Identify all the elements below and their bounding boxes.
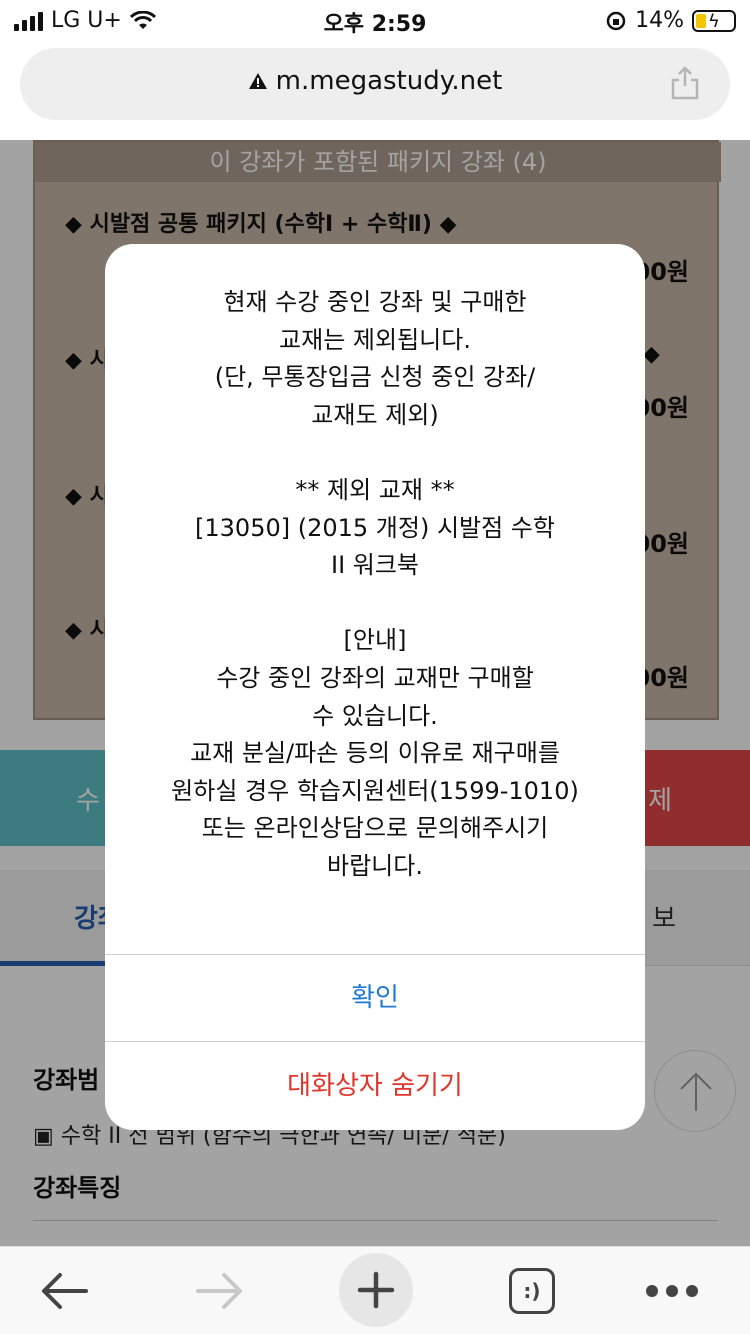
status-bar: LG U+ 오후 2:59 14% ϟ [0,0,750,42]
hide-dialog-button[interactable]: 대화상자 숨기기 [105,1042,645,1130]
url-bar[interactable]: m.megastudy.net [20,48,730,120]
message-line: ** 제외 교재 ** [295,475,455,504]
message-line [105,434,645,472]
alert-dialog: 현재 수강 중인 강좌 및 구매한 교재는 제외됩니다. (단, 무통장입금 신… [105,244,645,1130]
smiley-tab-icon: :) [509,1268,555,1314]
tabs-button[interactable]: :) [492,1247,572,1334]
message-line: 교재는 제외됩니다. [279,325,471,354]
message-line: [13050] (2015 개정) 시발점 수학 [195,513,555,542]
message-line: (단, 무통장입금 신청 중인 강좌/ [214,363,536,392]
back-arrow-icon [42,1273,88,1309]
message-line: 또는 온라인상담으로 문의해주시기 [201,814,549,843]
new-tab-button[interactable] [339,1253,413,1327]
message-line: 교재 분실/파손 등의 이유로 재구매를 [190,739,560,768]
forward-arrow-icon [196,1273,242,1309]
forward-button[interactable] [180,1247,260,1334]
plus-icon [357,1271,395,1309]
message-line: 수강 중인 강좌의 교재만 구매할 [216,663,534,692]
browser-toolbar: :) [0,1246,750,1334]
share-icon[interactable] [670,66,700,100]
message-line: [안내] [343,626,407,655]
status-right: 14% ϟ [605,8,736,33]
back-button[interactable] [24,1247,104,1334]
message-line: 원하실 경우 학습지원센터(1599-1010) [171,776,579,805]
message-line: 현재 수강 중인 강좌 및 구매한 [223,288,527,316]
message-line: 교재도 제외) [311,400,439,429]
message-line: 바랍니다. [327,851,423,880]
message-line [105,585,645,623]
tab-icon-text: :) [523,1279,541,1303]
orientation-lock-icon [606,11,626,30]
dialog-message: 현재 수강 중인 강좌 및 구매한 교재는 제외됩니다. (단, 무통장입금 신… [105,284,645,886]
message-line: 수 있습니다. [312,701,438,730]
more-icon [646,1285,698,1297]
confirm-button[interactable]: 확인 [105,955,645,1041]
url-value: m.megastudy.net [275,66,503,96]
url-text: m.megastudy.net [20,66,730,96]
battery-percent: 14% [635,8,684,33]
message-line: II 워크북 [330,551,420,580]
battery-icon: ϟ [692,9,736,32]
more-button[interactable] [632,1247,712,1334]
warning-icon [248,73,267,89]
